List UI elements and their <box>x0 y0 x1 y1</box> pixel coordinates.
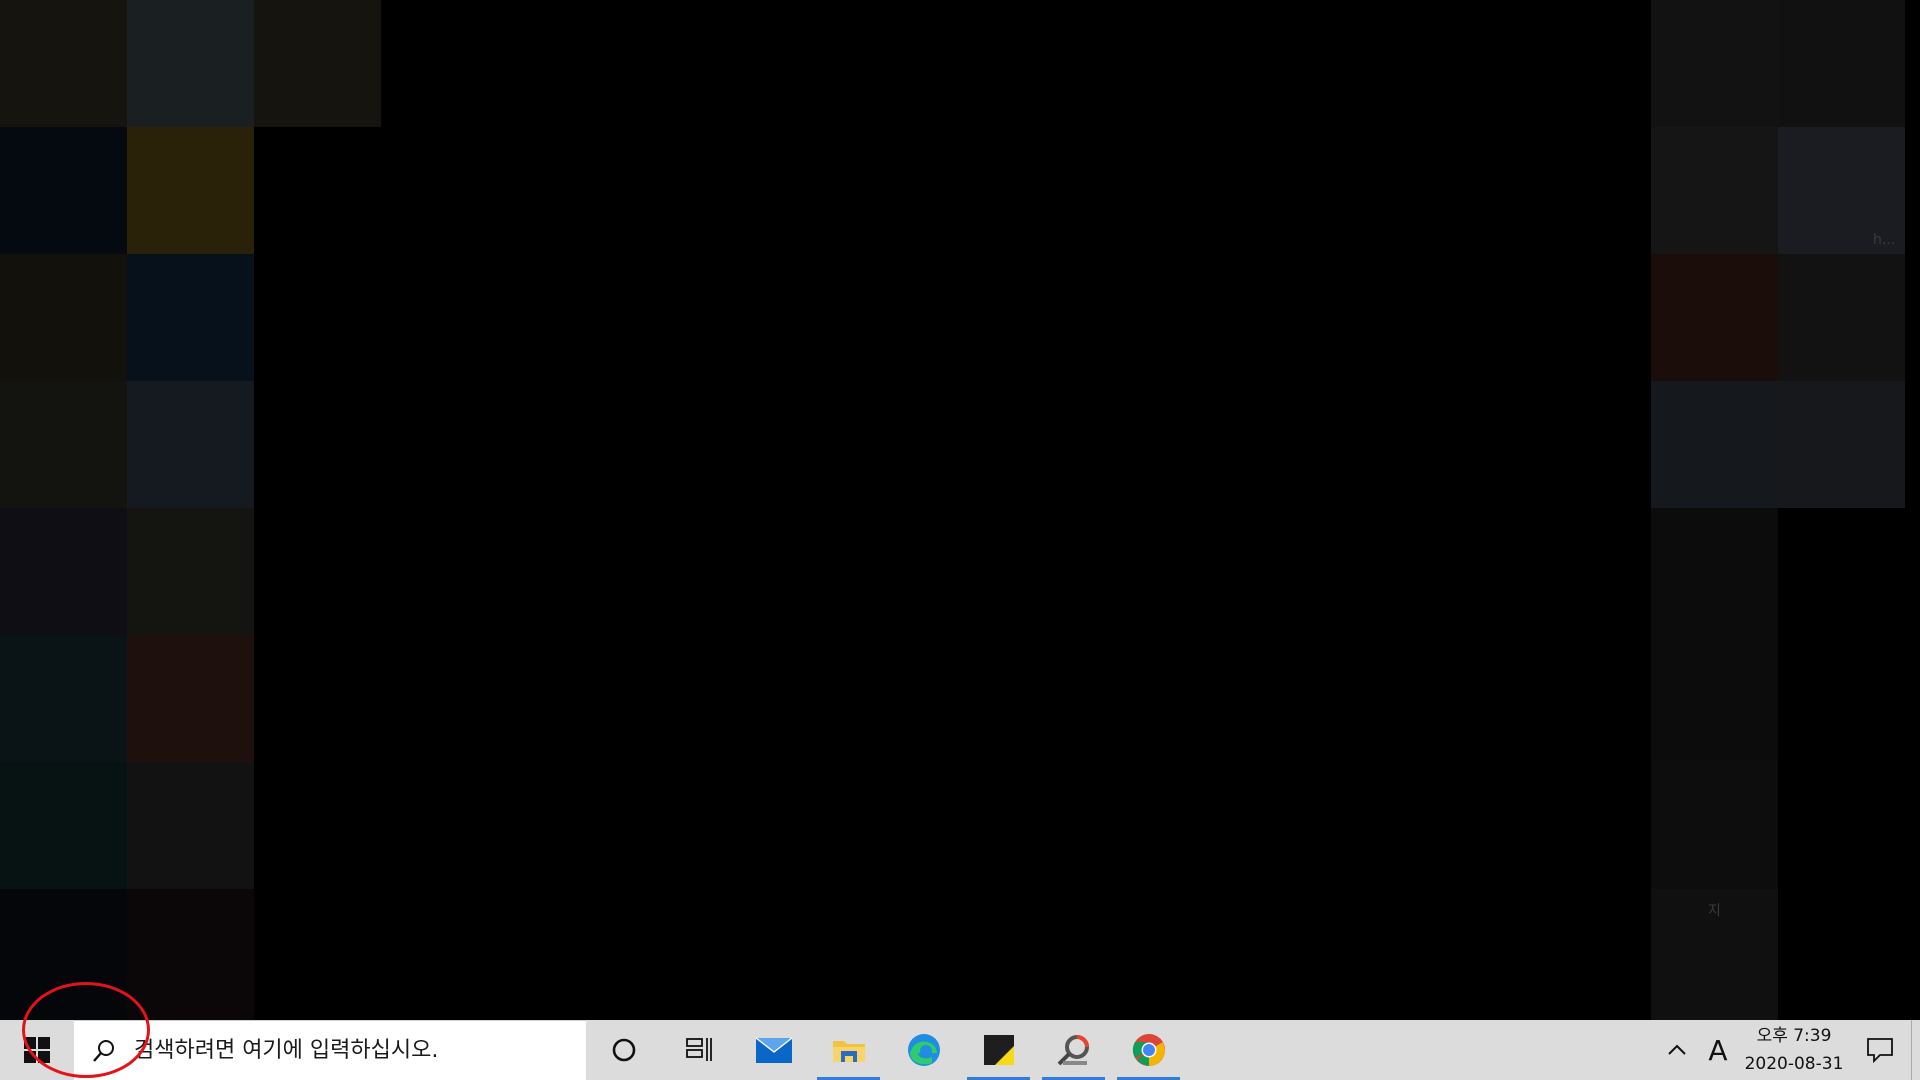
chrome-button[interactable] <box>1111 1020 1186 1080</box>
desktop-tile[interactable] <box>1651 762 1778 889</box>
circle-icon <box>612 1038 635 1062</box>
action-center-button[interactable] <box>1849 1020 1911 1080</box>
desktop-tile[interactable] <box>0 635 127 762</box>
desktop-tile[interactable] <box>0 889 127 1020</box>
desktop-tile[interactable] <box>0 0 127 127</box>
windows-logo-icon <box>24 1037 50 1063</box>
tray-overflow-button[interactable] <box>1657 1020 1697 1080</box>
desktop-tile[interactable] <box>0 508 127 635</box>
file-explorer-button[interactable] <box>811 1020 886 1080</box>
show-desktop-button[interactable] <box>1911 1020 1920 1080</box>
desktop-tile[interactable] <box>127 508 254 635</box>
mail-button[interactable] <box>736 1020 811 1080</box>
folder-icon <box>832 1041 865 1062</box>
desktop-tile[interactable] <box>1778 254 1905 381</box>
desktop-tile[interactable] <box>127 0 254 127</box>
mail-icon <box>755 1037 792 1063</box>
search-box[interactable] <box>74 1020 586 1080</box>
edge-button[interactable] <box>886 1020 961 1080</box>
desktop-tile[interactable] <box>1651 254 1778 381</box>
desktop-tile[interactable] <box>1651 381 1778 508</box>
sticky-notes-icon <box>983 1035 1014 1065</box>
picpick-icon <box>1057 1035 1089 1066</box>
desktop-tile[interactable] <box>127 762 254 889</box>
chrome-icon <box>1132 1034 1165 1066</box>
desktop-tile[interactable] <box>0 381 127 508</box>
task-view-icon <box>685 1038 712 1061</box>
ime-label: A <box>1708 1033 1728 1067</box>
start-button[interactable] <box>0 1020 74 1080</box>
desktop-tile[interactable] <box>254 0 381 127</box>
task-view-button[interactable] <box>661 1020 736 1080</box>
desktop-tile[interactable] <box>1778 0 1905 127</box>
tile-label-ellipsis: h... <box>1873 232 1896 248</box>
desktop-tile[interactable] <box>127 889 254 1020</box>
ime-indicator[interactable]: A <box>1697 1020 1739 1080</box>
sticky-notes-button[interactable] <box>961 1020 1036 1080</box>
tile-label-char: 지 <box>1708 903 1721 919</box>
desktop-tile[interactable] <box>127 127 254 254</box>
desktop-tile[interactable] <box>1651 508 1778 762</box>
picpick-button[interactable] <box>1036 1020 1111 1080</box>
desktop-tile[interactable] <box>1651 127 1778 254</box>
taskbar: A 오후 7:39 2020-08-31 <box>0 1020 1920 1080</box>
desktop: h... 지 <box>0 0 1920 1020</box>
clock-time: 오후 7:39 <box>1756 1026 1832 1046</box>
desktop-tile[interactable] <box>1651 0 1778 127</box>
clock-date: 2020-08-31 <box>1744 1054 1844 1074</box>
desktop-tile[interactable] <box>127 381 254 508</box>
desktop-tile[interactable] <box>127 254 254 381</box>
desktop-tile[interactable] <box>0 762 127 889</box>
desktop-tile[interactable] <box>127 635 254 762</box>
desktop-tile[interactable] <box>0 254 127 381</box>
chevron-up-icon <box>1668 1044 1686 1055</box>
search-input[interactable] <box>134 1038 564 1063</box>
desktop-tile[interactable] <box>0 127 127 254</box>
clock[interactable]: 오후 7:39 2020-08-31 <box>1739 1020 1849 1080</box>
desktop-tile[interactable] <box>1778 381 1905 508</box>
cortana-button[interactable] <box>586 1020 661 1080</box>
notification-icon <box>1867 1038 1893 1063</box>
edge-icon <box>907 1034 940 1066</box>
search-icon <box>74 1038 134 1064</box>
